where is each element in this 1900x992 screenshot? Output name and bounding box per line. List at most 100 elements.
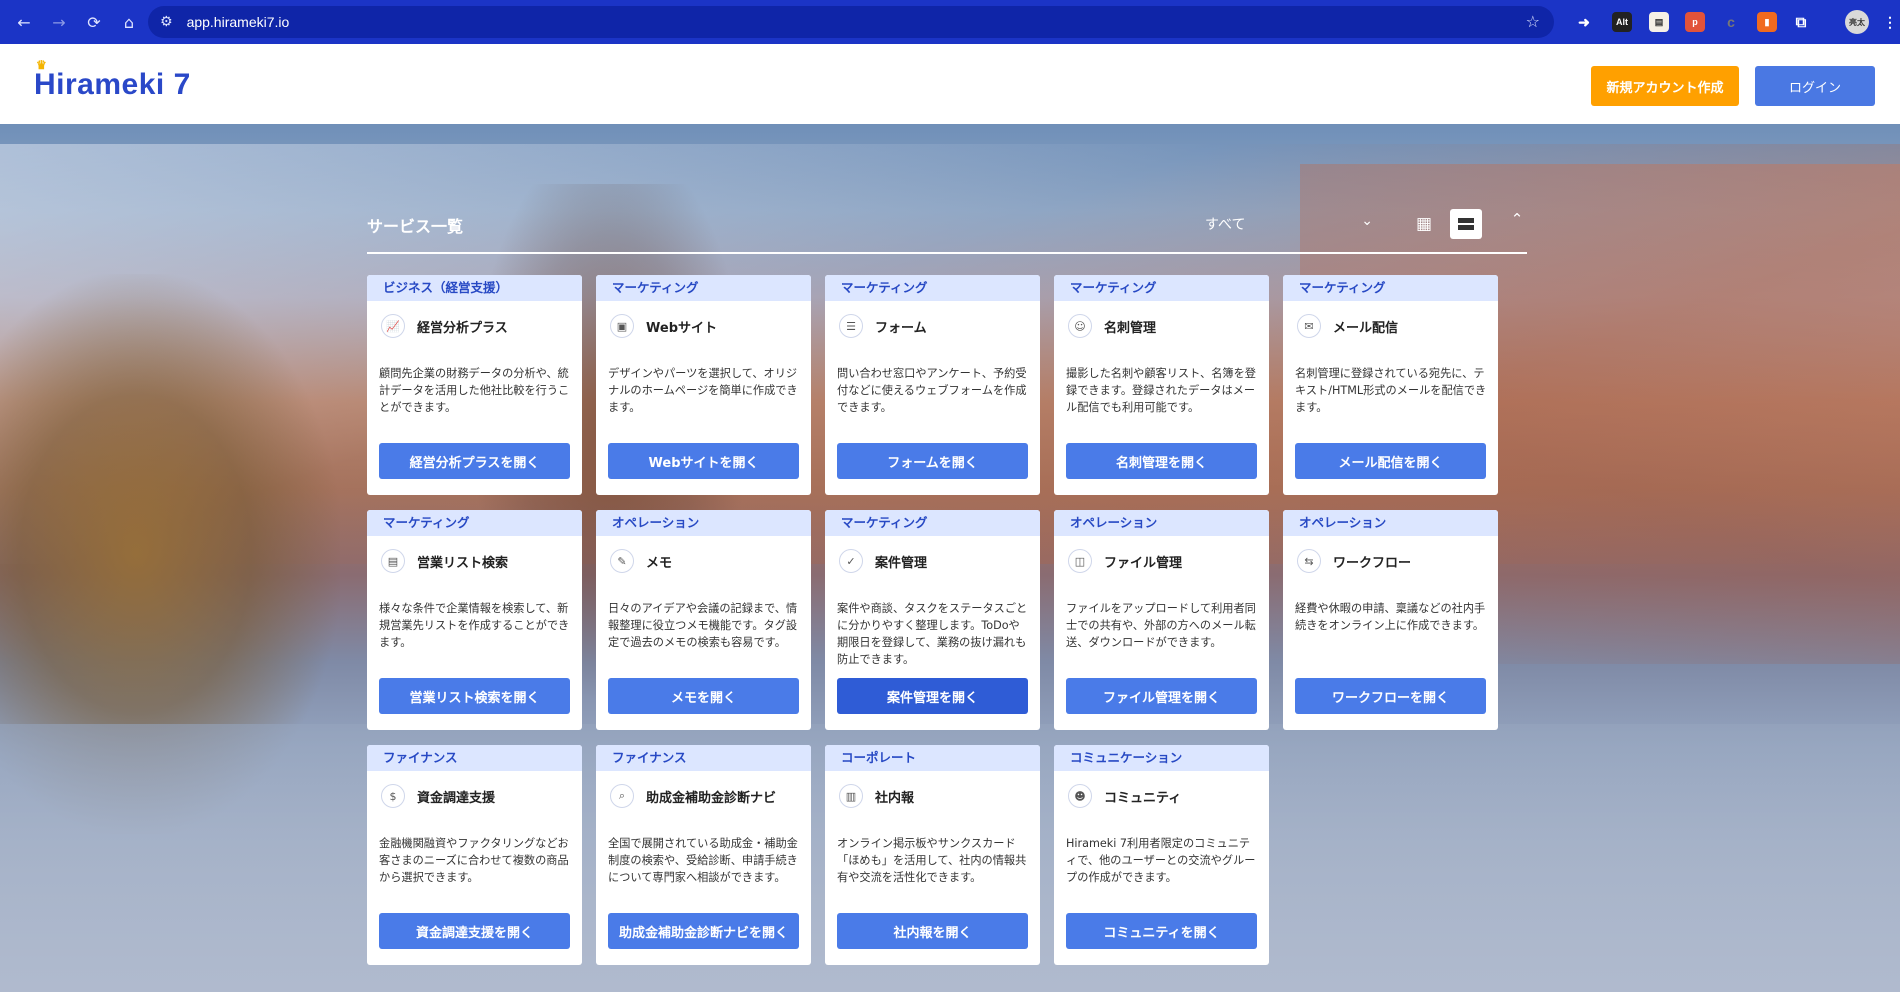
grid-view-icon[interactable]: ▦	[1410, 210, 1438, 238]
ext-c-icon[interactable]: c	[1721, 12, 1741, 32]
ext-note-icon[interactable]: ▤	[1649, 12, 1669, 32]
card-header: ◫ ファイル管理	[1068, 548, 1269, 574]
card-title: メモ	[646, 555, 673, 571]
business-card-icon: ☺	[1068, 314, 1092, 338]
service-card: マーケティング ▤ 営業リスト検索様々な条件で企業情報を検索して、新規営業先リストを…	[367, 510, 582, 730]
ext-arrow-icon[interactable]: ➜	[1574, 12, 1594, 32]
money-bag-icon: $	[381, 784, 405, 808]
open-service-button[interactable]: Webサイトを開く	[608, 443, 799, 479]
card-header: ✓ 案件管理	[839, 548, 1040, 574]
site-header: ♛ Hirameki 7 新規アカウント作成 ログイン	[0, 44, 1900, 124]
service-card: オペレーション ✎ メモ日々のアイデアや会議の記録まで、情報整理に役立つメモ機能です…	[596, 510, 811, 730]
card-header: ▤ 営業リスト検索	[381, 548, 582, 574]
login-button[interactable]: ログイン	[1755, 66, 1875, 106]
service-card: ファイナンス $ 資金調達支援 金融機関融資やファクタリングなどお客さまのニーズに合わ…	[367, 745, 582, 965]
card-title: ワークフロー	[1333, 555, 1412, 571]
card-description: オンライン掲示板やサンクスカード「ほめも」を活用して、社内の情報共有や交流を活性…	[837, 837, 1027, 884]
community-icon: ☻	[1068, 784, 1092, 808]
logo[interactable]: ♛ Hirameki 7	[34, 58, 191, 102]
home-icon[interactable]: ⌂	[118, 11, 140, 33]
chevron-down-icon: ⌄	[1361, 213, 1373, 229]
site-settings-icon[interactable]: ⚙	[160, 14, 173, 30]
card-description: 全国で展開されている助成金・補助金制度の検索や、受給診断、申請手続きについて専門…	[608, 837, 798, 884]
url-text[interactable]: app.hirameki7.io	[187, 14, 290, 30]
collapse-chevron-up-icon[interactable]: ⌃	[1505, 210, 1529, 228]
browser-menu-icon[interactable]: ⋮	[1880, 12, 1900, 32]
card-category: オペレーション	[1054, 510, 1269, 536]
card-header: ⌕ 助成金補助金診断ナビ	[610, 783, 811, 809]
browser-icon: ▣	[610, 314, 634, 338]
open-service-button[interactable]: ファイル管理を開く	[1066, 678, 1257, 714]
open-service-button[interactable]: メール配信を開く	[1295, 443, 1486, 479]
card-description: 案件や商談、タスクをステータスごとに分かりやすく整理します。ToDoや期限日を登…	[837, 602, 1028, 666]
open-service-button[interactable]: 案件管理を開く	[837, 678, 1028, 714]
open-service-button[interactable]: ワークフローを開く	[1295, 678, 1486, 714]
service-card: マーケティング ☰ フォーム 問い合わせ窓口やアンケート、予約受付などに使えるウェブフ…	[825, 275, 1040, 495]
card-header: $ 資金調達支援	[381, 783, 582, 809]
ext-puzzle-icon[interactable]: ⧉	[1791, 12, 1811, 32]
list-view-icon	[1458, 218, 1474, 230]
address-bar[interactable]: ⚙ app.hirameki7.io ☆	[148, 6, 1554, 38]
service-card: マーケティング ☺ 名刺管理 撮影した名刺や顧客リスト、名簿を登録できます。登録された…	[1054, 275, 1269, 495]
open-service-button[interactable]: 営業リスト検索を開く	[379, 678, 570, 714]
card-category: マーケティング	[367, 510, 582, 536]
card-title: 助成金補助金診断ナビ	[646, 790, 777, 806]
profile-avatar[interactable]: 亮太	[1845, 10, 1869, 34]
form-icon: ☰	[839, 314, 863, 338]
card-category: ファイナンス	[367, 745, 582, 771]
open-service-button[interactable]: 名刺管理を開く	[1066, 443, 1257, 479]
service-card: コーポレート ▥ 社内報 オンライン掲示板やサンクスカード「ほめも」を活用して、社内の…	[825, 745, 1040, 965]
card-description: 顧問先企業の財務データの分析や、統計データを活用した他社比較を行うことができます…	[379, 367, 570, 414]
service-card: マーケティング ✉ メール配信名刺管理に登録されている宛先に、テキスト/HTML形式…	[1283, 275, 1498, 495]
card-category: マーケティング	[825, 275, 1040, 301]
filter-value: すべて	[1205, 217, 1246, 233]
file-box-icon: ◫	[1068, 549, 1092, 573]
service-card: マーケティング ✓ 案件管理 案件や商談、タスクをステータスごとに分かりやすく整理しま…	[825, 510, 1040, 730]
category-filter-select[interactable]: すべて ⌄	[1205, 213, 1373, 234]
open-service-button[interactable]: メモを開く	[608, 678, 799, 714]
signup-button[interactable]: 新規アカウント作成	[1591, 66, 1739, 106]
open-service-button[interactable]: フォームを開く	[837, 443, 1028, 479]
open-service-button[interactable]: 助成金補助金診断ナビを開く	[608, 913, 799, 949]
ext-alt-icon[interactable]: Alt	[1612, 12, 1632, 32]
crown-icon: ♛	[36, 58, 48, 72]
memo-icon: ✎	[610, 549, 634, 573]
open-service-button[interactable]: コミュニティを開く	[1066, 913, 1257, 949]
card-description: 日々のアイデアや会議の記録まで、情報整理に役立つメモ機能です。タグ設定で過去のメ…	[608, 602, 798, 649]
browser-toolbar: ← → ⟳ ⌂ ⚙ app.hirameki7.io ☆ ➜ Alt ▤ p c…	[0, 0, 1900, 44]
card-category: オペレーション	[1283, 510, 1498, 536]
bookmark-star-icon[interactable]: ☆	[1526, 12, 1540, 31]
ext-p-icon[interactable]: p	[1685, 12, 1705, 32]
card-header: ☰ フォーム	[839, 313, 1040, 339]
card-category: ビジネス（経営支援）	[367, 275, 582, 301]
card-category: マーケティング	[1283, 275, 1498, 301]
ext-orange-icon[interactable]: ▮	[1757, 12, 1777, 32]
task-icon: ✓	[839, 549, 863, 573]
open-service-button[interactable]: 経営分析プラスを開く	[379, 443, 570, 479]
back-icon[interactable]: ←	[13, 11, 35, 33]
card-description: Hirameki 7利用者限定のコミュニティで、他のユーザーとの交流やグループの…	[1066, 837, 1256, 884]
mail-icon: ✉	[1297, 314, 1321, 338]
newsletter-icon: ▥	[839, 784, 863, 808]
card-header: ☺ 名刺管理	[1068, 313, 1269, 339]
service-card: オペレーション ◫ ファイル管理 ファイルをアップロードして利用者同士での共有や、外部…	[1054, 510, 1269, 730]
card-title: コミュニティ	[1104, 790, 1182, 806]
open-service-button[interactable]: 社内報を開く	[837, 913, 1028, 949]
card-category: ファイナンス	[596, 745, 811, 771]
open-service-button[interactable]: 資金調達支援を開く	[379, 913, 570, 949]
card-category: マーケティング	[596, 275, 811, 301]
list-view-button[interactable]	[1450, 209, 1482, 239]
card-title: 営業リスト検索	[417, 555, 509, 571]
card-description: 様々な条件で企業情報を検索して、新規営業先リストを作成することができます。	[379, 602, 570, 649]
card-header: ✉ メール配信	[1297, 313, 1498, 339]
divider	[367, 252, 1527, 254]
card-description: 名刺管理に登録されている宛先に、テキスト/HTML形式のメールを配信できます。	[1295, 367, 1487, 414]
card-title: 案件管理	[875, 555, 928, 571]
card-category: オペレーション	[596, 510, 811, 536]
card-title: 社内報	[875, 790, 915, 806]
card-title: メール配信	[1333, 320, 1399, 336]
card-title: 経営分析プラス	[417, 320, 508, 336]
card-title: ファイル管理	[1104, 555, 1183, 571]
reload-icon[interactable]: ⟳	[83, 11, 105, 33]
forward-icon[interactable]: →	[48, 11, 70, 33]
